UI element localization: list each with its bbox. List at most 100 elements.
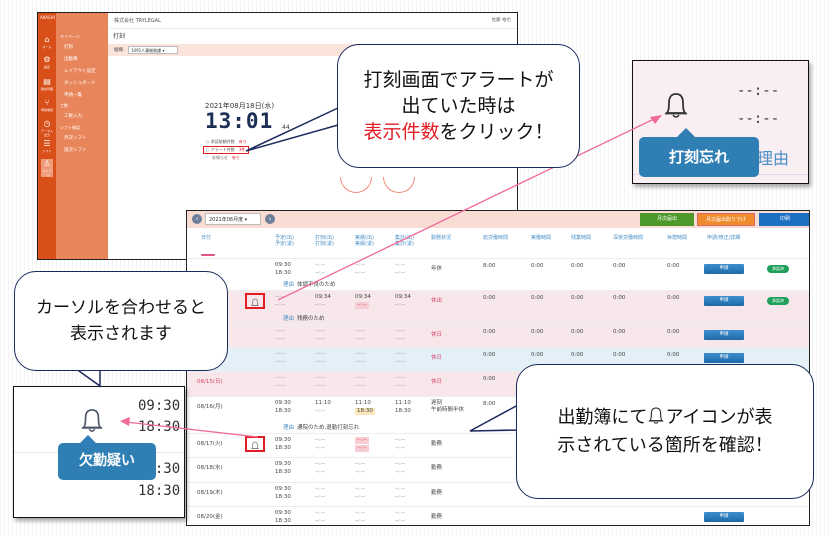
total-time: --:-- (395, 270, 405, 276)
total-time: --:-- (395, 494, 405, 500)
menu-item-monthly-shift[interactable]: 月次シフト (64, 135, 87, 141)
total-time: 18:30 (395, 408, 411, 414)
punch-time: --:-- (315, 270, 325, 276)
next-month-button[interactable]: › (265, 214, 275, 224)
menu-item-requests[interactable]: 申請一覧 (64, 92, 82, 98)
punch-time: --:-- (315, 461, 325, 467)
actual-time: --:-- (355, 494, 365, 500)
approval-count-link[interactable]: 有り (239, 139, 247, 144)
plan-time: 09:30 (275, 400, 291, 406)
reason-label: 理由 (283, 316, 295, 322)
menu-item-layout[interactable]: レイアウト設定 (64, 68, 96, 74)
date-cell: 08/18(水) (197, 465, 223, 471)
hours-cell: 0:00 (571, 352, 584, 358)
hours-cell: 0:00 (571, 263, 584, 269)
menu-section: シフト確認 (60, 125, 80, 130)
plan-time: --:-- (275, 375, 285, 381)
punch-time: --:-- (315, 262, 325, 268)
total-time: --:-- (395, 359, 405, 365)
plan-time: --:-- (275, 294, 285, 300)
plan-time: 09:30 (275, 486, 291, 492)
punch-time: --:-- (315, 486, 325, 492)
user-icon[interactable]: ♙ マイページ (41, 159, 53, 177)
home-icon[interactable]: ⌂ ホーム (41, 35, 53, 53)
hours-cell: 0:00 (531, 263, 544, 269)
user-menu[interactable]: 佐藤 裕也 (492, 17, 511, 23)
logo: AKASHI (40, 15, 55, 20)
menu-item-punch[interactable]: 打刻 (64, 44, 73, 50)
apply-button[interactable]: 申請 (704, 296, 744, 306)
punch-time: --:-- (315, 351, 325, 357)
plan-time: 09:30 (275, 461, 291, 467)
callout-text: 表示されます (70, 324, 172, 344)
punch-time: --:-- (315, 375, 325, 381)
reason-text: 通院のため,退勤打刻忘れ (297, 425, 360, 431)
column-header: 打刻(出) 打刻(退) (315, 235, 334, 247)
list-icon[interactable]: ☰ シフト (41, 139, 53, 157)
status-cell: 勤務 (431, 490, 443, 496)
gear-icon[interactable]: ⚙ 設定 (41, 55, 53, 73)
tooltip-punch-forgot: 打刻忘れ (639, 128, 759, 177)
punch-in-time: --:-- (737, 83, 780, 99)
punch-button-partial[interactable] (340, 177, 372, 193)
alert-bell-highlight[interactable] (245, 436, 265, 452)
actual-time: --:-- (355, 469, 365, 475)
monthly-withdraw-button[interactable]: 月次届出取り下げ (697, 213, 755, 226)
hours-cell: 0:00 (483, 295, 496, 301)
total-time: --:-- (395, 510, 405, 516)
apply-button[interactable]: 申請 (704, 353, 744, 363)
callout-text: をクリック！ (439, 121, 554, 143)
alert-bell-highlight[interactable] (245, 293, 265, 309)
apply-button[interactable]: 申請 (704, 330, 744, 340)
actual-time: --:-- (355, 328, 365, 334)
print-button[interactable]: 印刷 (759, 213, 809, 226)
callout-text: 示されている箇所を確認！ (557, 434, 773, 456)
reason-label: 理由 (283, 425, 295, 431)
total-time: --:-- (395, 336, 405, 342)
branch-icon[interactable]: ⑂ 申請承認 (41, 98, 53, 116)
hours-cell: 0:00 (531, 329, 544, 335)
date-cell: 08/16(月) (197, 404, 223, 410)
status-cell: 勤務 (431, 441, 443, 447)
plan-time: --:-- (275, 359, 285, 365)
plan-time: 18:30 (275, 469, 291, 475)
punch-time: --:-- (315, 302, 325, 308)
date-cell: 08/15(日) (197, 379, 223, 385)
menu-item-dashboard[interactable]: ダッシュボード (64, 80, 96, 86)
menu-item-attendance[interactable]: 出勤簿 (64, 56, 78, 62)
clock-icon[interactable]: ◷ データ入出力 (41, 119, 53, 137)
notice-link[interactable]: 有り (232, 155, 240, 160)
apply-button[interactable]: 申請 (704, 264, 744, 274)
bell-icon[interactable] (250, 441, 260, 451)
column-header: 休憩時間 (667, 235, 688, 241)
menu-item-manhours[interactable]: 工数入力 (64, 113, 82, 119)
total-time: 11:10 (395, 400, 411, 406)
month-select[interactable]: 2021年08月度 ▾ (205, 213, 261, 225)
actual-time: --:-- (355, 351, 365, 357)
prev-month-button[interactable]: ‹ (192, 214, 202, 224)
clipboard-icon[interactable]: ▤ 勤怠管理 (41, 77, 53, 95)
punch-button-partial[interactable] (383, 177, 415, 193)
actual-time: --:-- (355, 302, 369, 309)
monthly-submit-button[interactable]: 月次届出 (640, 213, 694, 226)
hours-cell: 0:00 (571, 295, 584, 301)
callout-text: カーソルを合わせると (36, 298, 206, 318)
menu-item-weekly-shift[interactable]: 週次シフト (64, 147, 87, 153)
column-header: 実績(出) 実績(退) (355, 235, 374, 247)
total-time: --:-- (395, 518, 405, 524)
menu-section: マイページ (60, 34, 80, 39)
plan-time: 09:30 (275, 510, 291, 516)
bell-icon (664, 93, 688, 118)
callout-emphasis: 表示件数 (363, 121, 440, 143)
bell-icon[interactable] (250, 298, 260, 308)
actual-time: --:-- (355, 445, 369, 452)
hours-cell: 0:00 (613, 352, 626, 358)
actual-time: --:-- (355, 262, 365, 268)
zoom-punch-forgot: --:-- --:-- 理由 打刻忘れ (632, 60, 809, 184)
org-select[interactable]: 1091人事総務課 ▾ (128, 46, 178, 54)
actual-time: --:-- (355, 518, 365, 524)
apply-button[interactable]: 申請 (704, 512, 744, 522)
table-row: 08/20(金) 09:30 18:30 --:-- --:-- --:-- --:-- --… (187, 506, 809, 525)
punch-time: --:-- (315, 510, 325, 516)
icon-sidebar: AKASHI ⌂ ホーム ⚙ 設定 ▤ 勤怠管理 ⑂ 申請承認 ◷ データ入出力 ☰ シフト… (38, 13, 56, 259)
